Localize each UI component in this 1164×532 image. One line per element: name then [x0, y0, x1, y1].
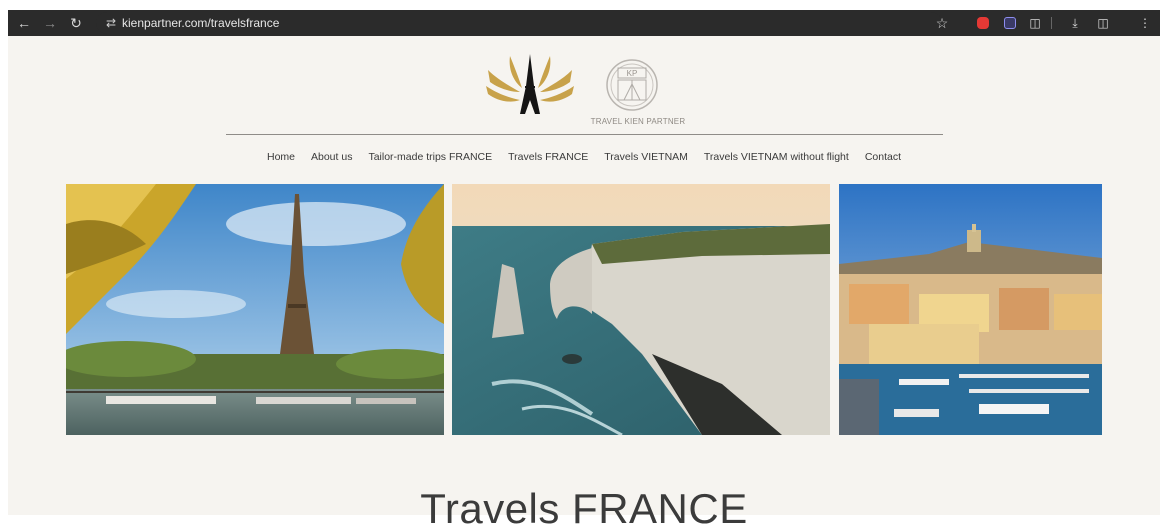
nav-travels-vietnam[interactable]: Travels VIETNAM [604, 151, 688, 163]
toolbar-divider [1051, 17, 1052, 29]
back-arrow-icon[interactable]: ← [14, 13, 34, 33]
extension-red-icon[interactable] [977, 17, 989, 29]
reload-icon[interactable]: ↻ [66, 13, 86, 33]
kp-badge-logo[interactable]: KP [602, 58, 662, 112]
nav-about-us[interactable]: About us [311, 151, 352, 163]
photo-marseille-port[interactable] [839, 184, 1102, 435]
browser-toolbar: ← → ↻ ⇄ kienpartner.com/travelsfrance ☆ … [8, 10, 1160, 36]
photo-etretat-cliffs[interactable] [452, 184, 830, 435]
tune-icon[interactable]: ⇄ [100, 16, 122, 30]
nav-tailor-made-trips-france[interactable]: Tailor-made trips FRANCE [368, 151, 492, 163]
url-text[interactable]: kienpartner.com/travelsfrance [122, 16, 279, 30]
page-title: Travels FRANCE [420, 485, 748, 532]
nav-travels-france[interactable]: Travels FRANCE [508, 151, 588, 163]
badge-letters: KP [627, 69, 638, 78]
nav-home[interactable]: Home [267, 151, 295, 163]
puzzle-icon[interactable]: ◫ [1026, 14, 1044, 32]
web-page: KP TRAVEL KIEN PARTNER Home About us Tai… [8, 36, 1160, 530]
header-divider [226, 134, 943, 135]
extension-purple-icon[interactable] [1004, 17, 1016, 29]
photo-eiffel-tower[interactable] [66, 184, 444, 435]
star-icon[interactable]: ☆ [932, 13, 952, 33]
download-icon[interactable]: ⤓ [1066, 14, 1084, 32]
nav-contact[interactable]: Contact [865, 151, 901, 163]
eiffel-wings-logo[interactable] [484, 52, 576, 116]
more-vertical-icon[interactable]: ⋮ [1136, 14, 1154, 32]
nav-travels-vietnam-without-flight[interactable]: Travels VIETNAM without flight [704, 151, 849, 163]
main-navigation: Home About us Tailor-made trips FRANCE T… [8, 151, 1160, 163]
forward-arrow-icon[interactable]: → [40, 13, 60, 33]
brand-name: TRAVEL KIEN PARTNER [590, 117, 686, 126]
side-panel-icon[interactable]: ◫ [1094, 14, 1112, 32]
address-bar[interactable]: ⇄ kienpartner.com/travelsfrance [96, 12, 942, 34]
